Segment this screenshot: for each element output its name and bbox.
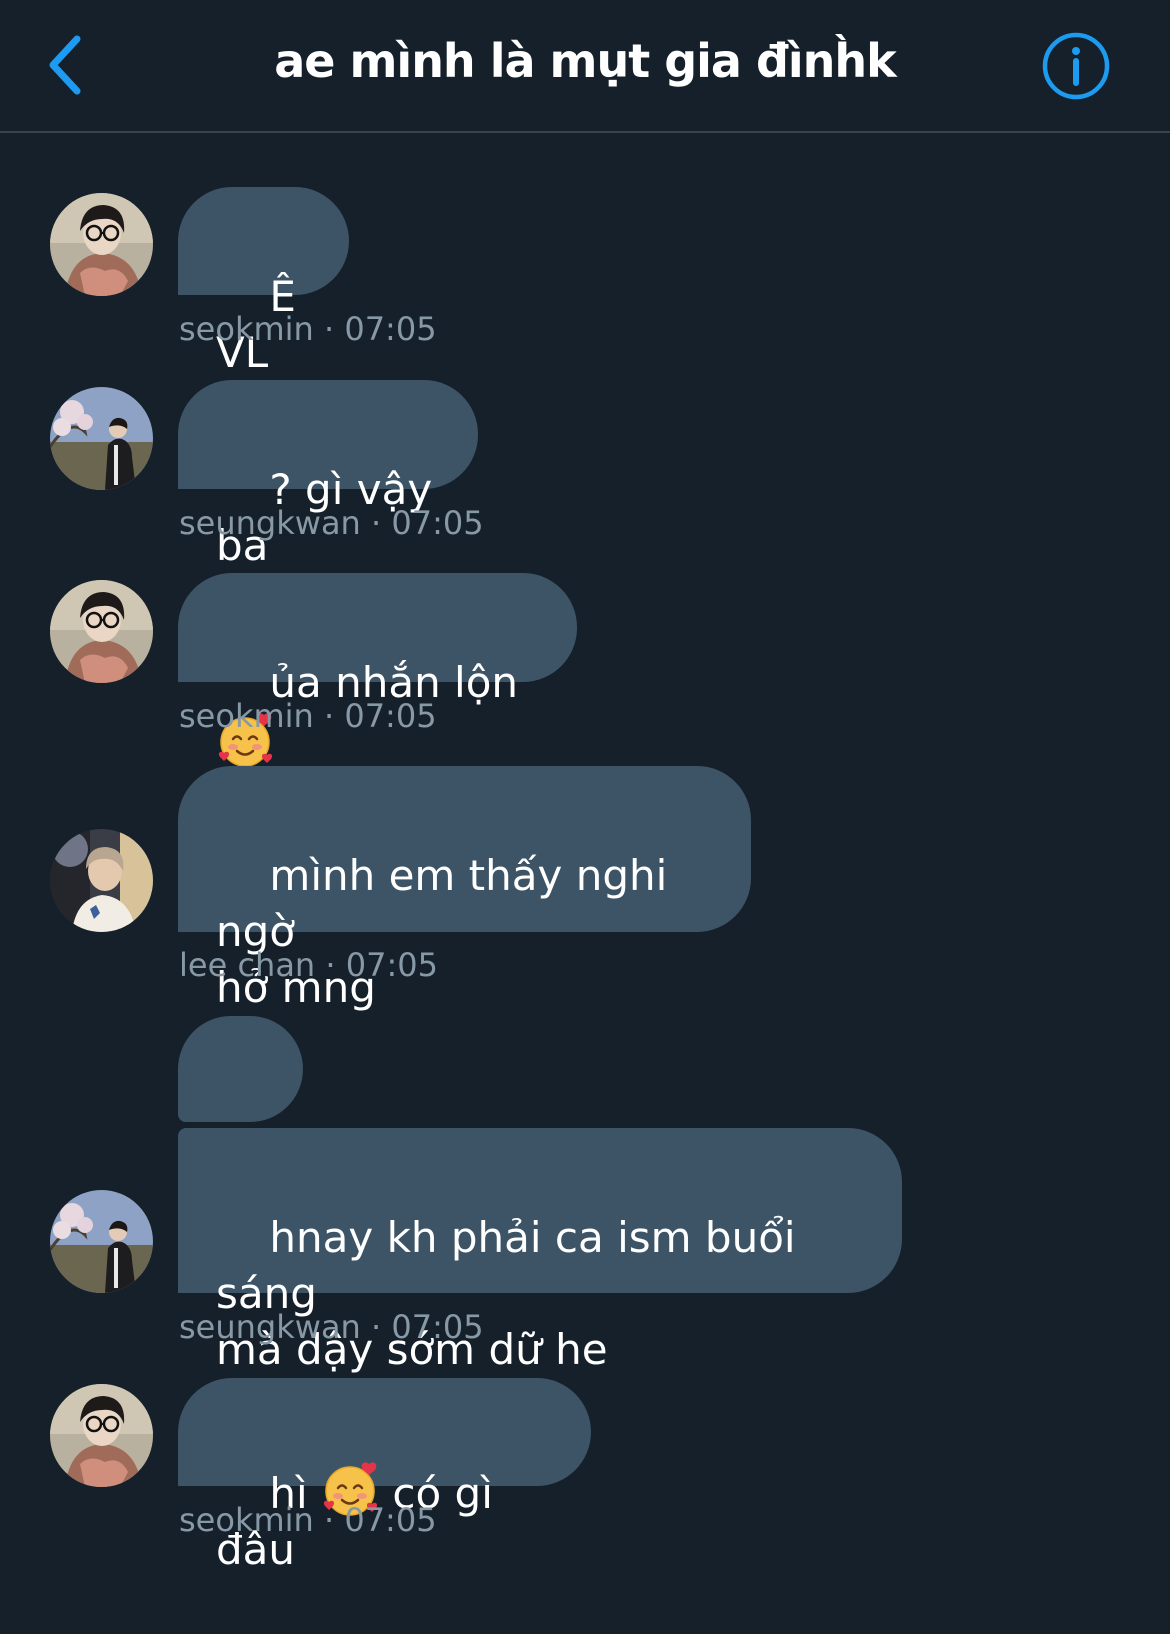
message-text: mình em thấy nghi ngờ hở mng: [216, 851, 668, 1012]
avatar-lee-chan[interactable]: [50, 829, 153, 932]
info-button[interactable]: [1038, 28, 1114, 104]
message-meta: seokmin · 07:05: [179, 1501, 437, 1539]
message-bubble[interactable]: +1: [178, 1016, 303, 1206]
message-bubble[interactable]: ? gì vậy ba: [178, 380, 478, 570]
message-meta: seungkwan · 07:05: [179, 1308, 484, 1346]
message-text: hnay kh phải ca ism buổi sáng mà dậy sớm…: [216, 1213, 796, 1374]
message-bubble[interactable]: mình em thấy nghi ngờ hở mng: [178, 766, 751, 1012]
avatar-seokmin[interactable]: [50, 1384, 153, 1487]
message-meta: seokmin · 07:05: [179, 310, 437, 348]
message-bubble[interactable]: Ê VL: [178, 187, 349, 377]
message-meta: seungkwan · 07:05: [179, 504, 484, 542]
avatar-seokmin[interactable]: [50, 193, 153, 296]
message-bubble[interactable]: hì có gì đâu: [178, 1378, 591, 1574]
message-bubble[interactable]: hnay kh phải ca ism buổi sáng mà dậy sớm…: [178, 1128, 902, 1374]
chevron-left-icon: [49, 35, 81, 95]
message-meta: seokmin · 07:05: [179, 697, 437, 735]
message-meta: lee chan · 07:05: [179, 946, 438, 984]
conversation-title[interactable]: ae mình là mụt gia đình̀k: [150, 34, 1020, 88]
conversation-header: ae mình là mụt gia đình̀k: [0, 0, 1170, 133]
avatar-seokmin[interactable]: [50, 580, 153, 683]
message-list[interactable]: Ê VL seokmin · 07:05 ? gì vậy ba seungkw…: [0, 133, 1170, 1574]
back-button[interactable]: [30, 25, 100, 105]
avatar-seungkwan[interactable]: [50, 1190, 153, 1293]
info-icon: [1042, 32, 1110, 100]
avatar-seungkwan[interactable]: [50, 387, 153, 490]
message-bubble[interactable]: ủa nhắn lộn: [178, 573, 577, 767]
